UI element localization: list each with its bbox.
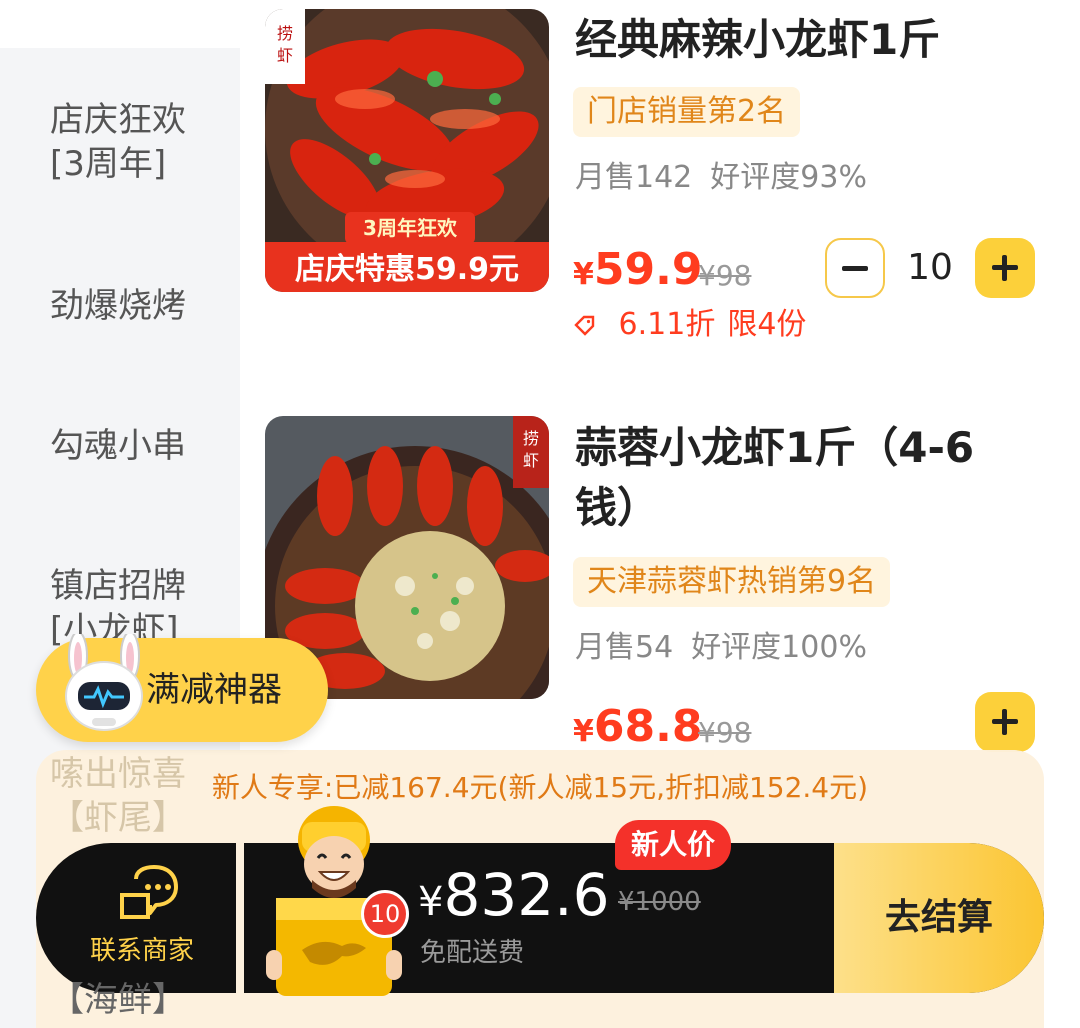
checkout-button-label: 去结算 bbox=[884, 897, 993, 938]
quantity-value: 10 bbox=[907, 247, 953, 288]
robot-mascot-icon bbox=[56, 631, 152, 748]
price-symbol: ¥ bbox=[573, 714, 594, 749]
sidebar-item-label: 镇店招牌 bbox=[50, 566, 186, 606]
monthly-sales: 月售142 bbox=[575, 160, 693, 195]
product-title[interactable]: 经典麻辣小龙虾1斤 bbox=[575, 10, 940, 70]
contact-merchant-button[interactable] bbox=[36, 843, 236, 993]
product-stats: 月售142 好评度93% bbox=[575, 158, 867, 198]
sidebar-item-bbq[interactable]: 劲爆烧烤 bbox=[50, 284, 220, 328]
sidebar-item-label: 勾魂小串 bbox=[50, 426, 186, 466]
monthly-sales: 月售54 bbox=[575, 630, 674, 665]
rating: 好评度93% bbox=[710, 160, 867, 195]
decrease-quantity-button[interactable] bbox=[825, 238, 885, 298]
price-value: 59.9 bbox=[593, 244, 703, 295]
sidebar-item-sublabel: [3周年] bbox=[50, 144, 167, 184]
sidebar-item-skewers[interactable]: 勾魂小串 bbox=[50, 424, 220, 468]
price-value: 68.8 bbox=[593, 701, 703, 752]
cart-count-badge: 10 bbox=[361, 890, 409, 938]
increase-quantity-button[interactable] bbox=[975, 238, 1035, 298]
original-price: ¥98 bbox=[698, 259, 752, 292]
product-image-spicy-crayfish[interactable]: 捞 虾 3周年狂欢 店庆特惠59.9元 bbox=[265, 9, 549, 292]
brand-logo-text: 捞 bbox=[277, 24, 293, 43]
promo-pill-label: 满减神器 bbox=[146, 670, 282, 710]
delivery-fee-info: 免配送费 bbox=[420, 938, 525, 968]
sidebar-item-anniversary[interactable]: 店庆狂欢 [3周年] bbox=[50, 98, 220, 186]
rating: 好评度100% bbox=[691, 630, 867, 665]
cart-total-price: ¥832.6 bbox=[418, 860, 610, 945]
discount-info: 6.11折 限4份 bbox=[573, 305, 806, 345]
sidebar-item-label: 店庆狂欢 bbox=[50, 100, 186, 140]
add-to-cart-button[interactable] bbox=[975, 692, 1035, 752]
rank-badge[interactable]: 门店销量第2名 bbox=[573, 87, 801, 137]
sidebar-top bbox=[0, 0, 240, 48]
svg-text:虾: 虾 bbox=[523, 451, 539, 470]
new-user-discount-notice: 新人专享:已减167.4元(新人减15元,折扣减152.4元) bbox=[211, 771, 869, 804]
crayfish-photo: 捞 虾 3周年狂欢 店庆特惠59.9元 bbox=[265, 9, 549, 292]
tag-icon bbox=[573, 307, 607, 342]
image-banner-small: 3周年狂欢 bbox=[363, 216, 458, 240]
chat-shop-icon bbox=[116, 865, 186, 929]
sidebar-item-seafood[interactable]: 【海鲜】 bbox=[50, 978, 220, 1022]
sidebar-item-label: 劲爆烧烤 bbox=[50, 286, 186, 326]
total-price-symbol: ¥ bbox=[418, 879, 444, 925]
new-user-price-tag: 新人价 bbox=[615, 820, 732, 870]
brand-logo-text: 捞 bbox=[523, 429, 539, 448]
discount-helper-button[interactable]: 满减神器 bbox=[36, 631, 328, 742]
total-price-value: 832.6 bbox=[443, 861, 610, 929]
product-title-continued[interactable]: 钱） bbox=[575, 478, 659, 538]
product-title[interactable]: 蒜蓉小龙虾1斤（4-6 bbox=[575, 418, 974, 478]
discount-rate: 6.11折 bbox=[618, 307, 716, 342]
purchase-limit: 限4份 bbox=[727, 307, 807, 342]
contact-merchant-label: 联系商家 bbox=[90, 936, 195, 966]
sidebar-item-sublabel: 【海鲜】 bbox=[50, 980, 186, 1020]
product-stats: 月售54 好评度100% bbox=[575, 628, 867, 668]
rank-badge[interactable]: 天津蒜蓉虾热销第9名 bbox=[573, 557, 891, 607]
cart-original-total: ¥1000 bbox=[618, 887, 701, 917]
image-banner-big: 店庆特惠59.9元 bbox=[295, 252, 519, 287]
svg-text:虾: 虾 bbox=[277, 46, 293, 65]
price-symbol: ¥ bbox=[573, 257, 594, 292]
product-price: ¥59.9 bbox=[573, 240, 702, 309]
original-price: ¥98 bbox=[698, 716, 752, 749]
